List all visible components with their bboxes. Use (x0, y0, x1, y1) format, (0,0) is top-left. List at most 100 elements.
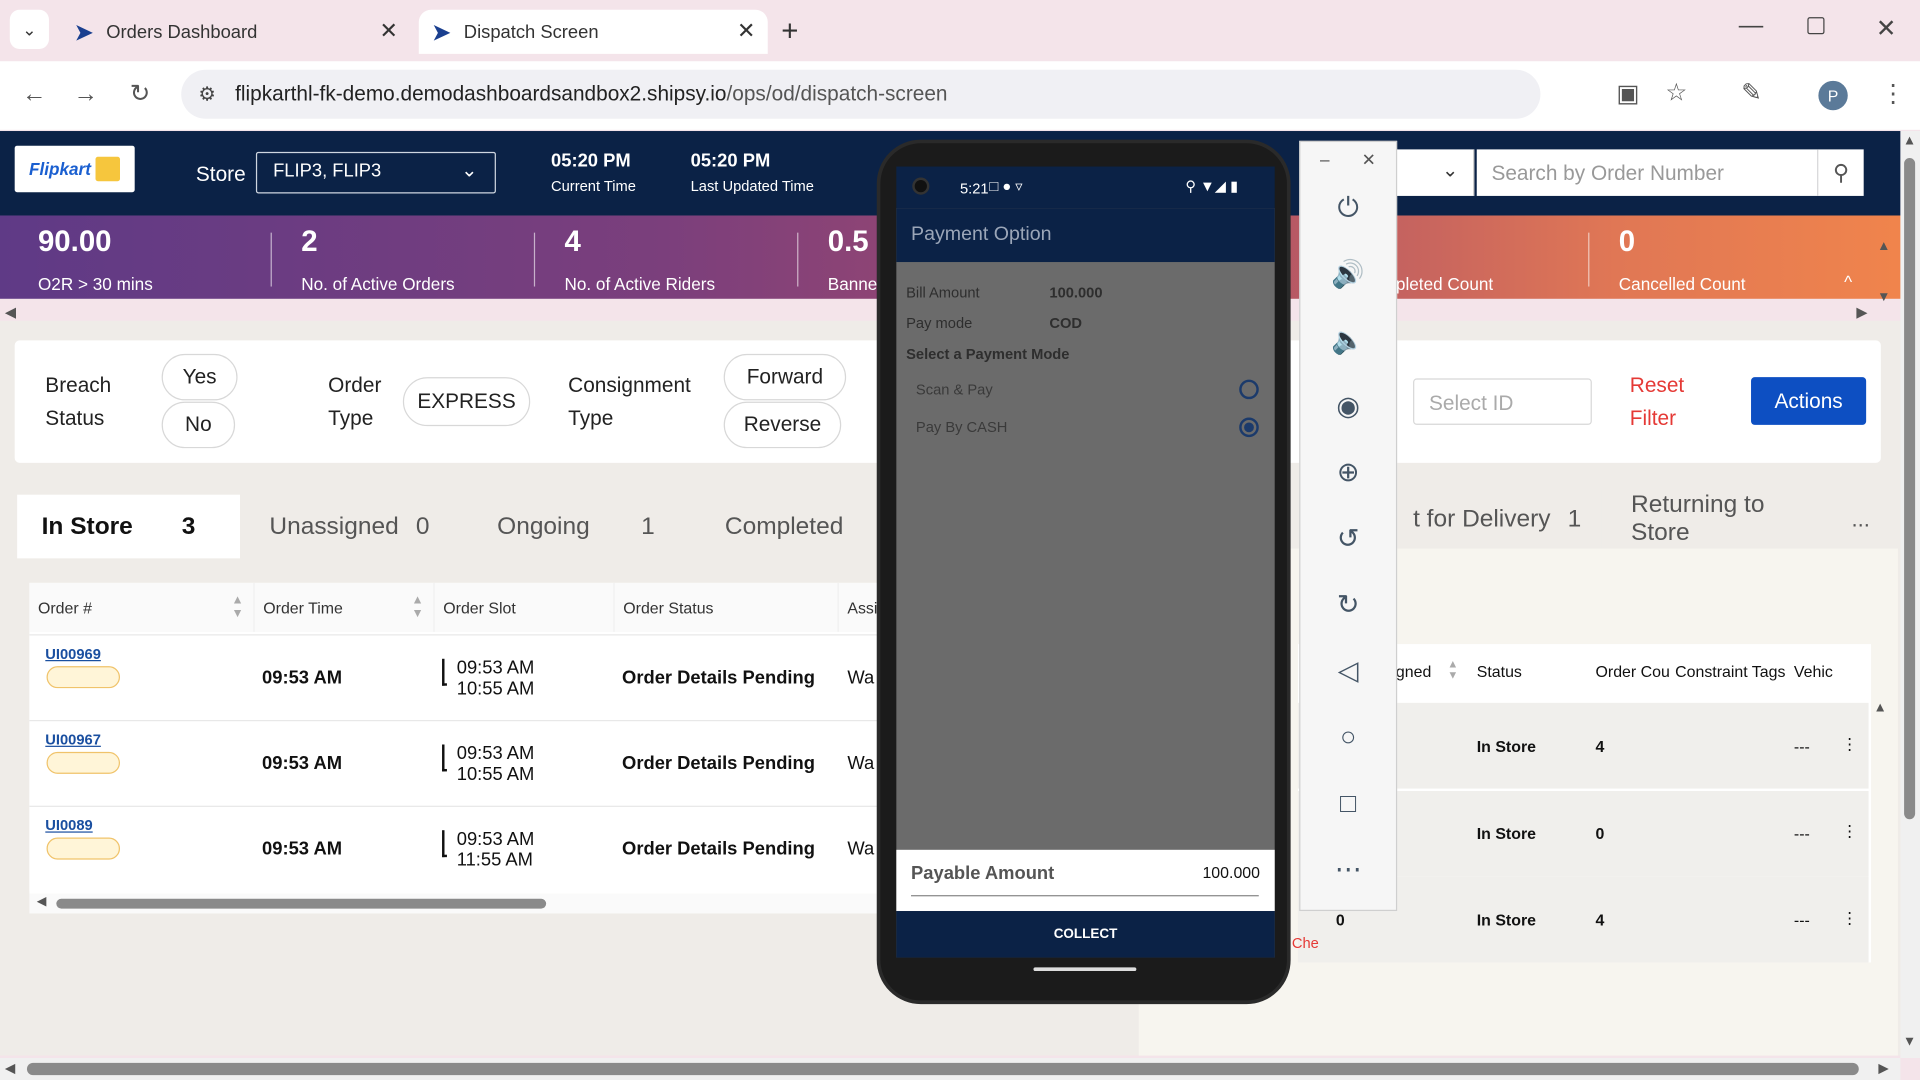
collect-button[interactable]: COLLECT (896, 911, 1275, 958)
profile-avatar[interactable]: P (1818, 80, 1848, 111)
scroll-left-icon[interactable]: ◀ (5, 1060, 15, 1077)
slot-bracket-icon (442, 658, 447, 686)
url-field[interactable]: ⚙ flipkarthl-fk-demo.demodashboardsandbo… (181, 69, 1541, 119)
back-triangle-icon[interactable]: ◁ (1326, 649, 1370, 693)
consignment-type-label: Consignment Type (568, 373, 691, 430)
search-button[interactable]: ⚲ (1817, 149, 1864, 196)
volume-up-icon[interactable]: 🔊 (1326, 252, 1370, 296)
store-label: Store (195, 162, 246, 187)
rider-partial-count: 0 (1335, 911, 1345, 930)
order-time: 09:53 AM (262, 753, 343, 774)
reset-filter-link[interactable]: Reset Filter (1630, 369, 1684, 435)
tab-dispatch-screen[interactable]: ➤ Dispatch Screen ✕ (418, 9, 768, 54)
col-order-number[interactable]: Order # ▲ ▼ (29, 582, 255, 632)
back-icon[interactable]: ← (22, 81, 46, 109)
home-circle-icon[interactable]: ○ (1326, 715, 1370, 759)
search-type-select[interactable]: ⌄ (1395, 149, 1475, 196)
more-options-icon[interactable]: ⋯ (1326, 847, 1370, 891)
tab-out-for-delivery[interactable]: t for Delivery 1 (1371, 489, 1602, 549)
tab-list-dropdown[interactable]: ⌄ (9, 9, 49, 49)
bookmark-star-icon[interactable]: ☆ (1665, 77, 1687, 108)
reverse-chip[interactable]: Reverse (723, 401, 842, 449)
order-link[interactable]: UI00969 (45, 645, 101, 662)
page-horizontal-scrollbar[interactable]: ◀ ▶ (0, 1057, 1901, 1080)
zoom-in-icon[interactable]: ⊕ (1326, 451, 1370, 495)
new-tab-button[interactable]: + (781, 15, 798, 49)
forward-chip[interactable]: Forward (723, 353, 847, 401)
minimize-window-icon[interactable]: — (1739, 12, 1763, 40)
page-vertical-scrollbar[interactable]: ▲ ▼ (1900, 131, 1920, 1058)
last-updated-time: 05:20 PM Last Updated Time (690, 150, 814, 195)
scan-and-pay-option[interactable]: Scan & Pay (916, 381, 993, 398)
pay-by-cash-option[interactable]: Pay By CASH (916, 419, 1007, 436)
sort-icon[interactable]: ▲ ▼ (232, 594, 244, 621)
radio-selected-dot (1244, 422, 1254, 433)
row-menu-icon[interactable]: ⋮ (1842, 735, 1858, 755)
row-menu-icon[interactable]: ⋮ (1842, 909, 1858, 929)
close-emulator-icon[interactable]: ✕ (1362, 149, 1376, 170)
table-horizontal-scrollbar[interactable]: ◀ (29, 893, 887, 914)
order-status: Order Details Pending (622, 667, 815, 689)
scroll-left-icon[interactable]: ◀ (37, 895, 46, 908)
row-menu-icon[interactable]: ⋮ (1842, 822, 1858, 842)
rotate-left-icon[interactable]: ↺ (1326, 517, 1370, 561)
payable-amount-label: Payable Amount (911, 863, 1055, 885)
slot-end: 11:55 AM (456, 849, 533, 871)
breach-yes-chip[interactable]: Yes (161, 353, 238, 401)
actions-button[interactable]: Actions (1751, 377, 1867, 425)
rotate-right-icon[interactable]: ↻ (1326, 583, 1370, 627)
bill-amount-label: Bill Amount (906, 284, 980, 302)
close-window-icon[interactable]: ✕ (1876, 13, 1897, 44)
metrics-scroll-right-icon[interactable]: ▶ (1856, 304, 1867, 321)
scroll-up-icon[interactable]: ▲ (1903, 133, 1916, 148)
divider (533, 232, 536, 287)
tab-unassigned[interactable]: Unassigned 0 (244, 494, 468, 559)
scroll-down-icon[interactable]: ▼ (1903, 1035, 1916, 1050)
rider-status: In Store (1476, 737, 1537, 756)
store-select[interactable]: FLIP3, FLIP3 ⌄ (255, 151, 496, 194)
forward-icon[interactable]: → (73, 81, 97, 109)
sort-icon[interactable]: ▲ ▼ (1447, 658, 1458, 681)
metrics-scroll-left-icon[interactable]: ◀ (5, 304, 16, 321)
site-info-icon[interactable]: ⚙ (198, 82, 216, 106)
scrollbar-thumb[interactable] (26, 1062, 1859, 1076)
tab-ongoing[interactable]: Ongoing 1 (472, 494, 696, 559)
power-icon[interactable]: ⏻ (1326, 186, 1370, 230)
scan-and-pay-radio[interactable] (1239, 379, 1259, 400)
express-chip[interactable]: EXPRESS (402, 377, 531, 427)
install-app-icon[interactable]: ▣ (1616, 78, 1639, 109)
pay-by-cash-radio[interactable] (1239, 417, 1259, 438)
close-tab-icon[interactable]: ✕ (379, 18, 397, 44)
more-tabs-button[interactable]: ... (1829, 489, 1886, 549)
order-link[interactable]: UI0089 (45, 817, 92, 834)
tab-returning-to-store[interactable]: Returning to Store (1606, 489, 1827, 549)
flipkart-logo[interactable]: Flipkart (14, 145, 135, 193)
home-gesture-bar[interactable] (1033, 967, 1137, 972)
extensions-icon[interactable]: ✎ (1741, 77, 1762, 108)
phone-clock: 5:21 (960, 180, 989, 198)
restore-window-icon[interactable] (1807, 17, 1825, 35)
metrics-vertical-scroll[interactable]: ▲ ▼ (1877, 220, 1890, 323)
reload-icon[interactable]: ↻ (130, 78, 151, 109)
select-id-input[interactable]: Select ID (1413, 378, 1592, 425)
scroll-right-icon[interactable]: ▶ (1878, 1060, 1888, 1077)
close-tab-icon[interactable]: ✕ (737, 18, 755, 44)
order-search-input[interactable]: Search by Order Number (1476, 149, 1818, 196)
scrollbar-thumb[interactable] (1904, 157, 1916, 820)
col-assigned-header: gned (1395, 662, 1432, 681)
overview-square-icon[interactable]: □ (1326, 781, 1370, 825)
camera-icon[interactable]: ◉ (1326, 384, 1370, 428)
volume-down-icon[interactable]: 🔈 (1326, 318, 1370, 362)
collapse-caret-icon[interactable]: ^ (1844, 272, 1852, 292)
order-link[interactable]: UI00967 (45, 731, 101, 748)
scrollbar-thumb[interactable] (56, 898, 547, 909)
sort-icon[interactable]: ▲ ▼ (412, 594, 424, 621)
browser-menu-icon[interactable]: ⋮ (1881, 78, 1905, 109)
tab-orders-dashboard[interactable]: ➤ Orders Dashboard ✕ (61, 10, 410, 54)
tab-in-store[interactable]: In Store 3 (17, 494, 241, 559)
breach-no-chip[interactable]: No (161, 401, 236, 449)
rider-scroll-up-icon[interactable]: ▲ (1873, 700, 1886, 715)
tab-completed[interactable]: Completed (700, 494, 885, 559)
col-order-time[interactable]: Order Time ▲ ▼ (254, 582, 435, 632)
minimize-emulator-icon[interactable]: – (1320, 149, 1330, 169)
